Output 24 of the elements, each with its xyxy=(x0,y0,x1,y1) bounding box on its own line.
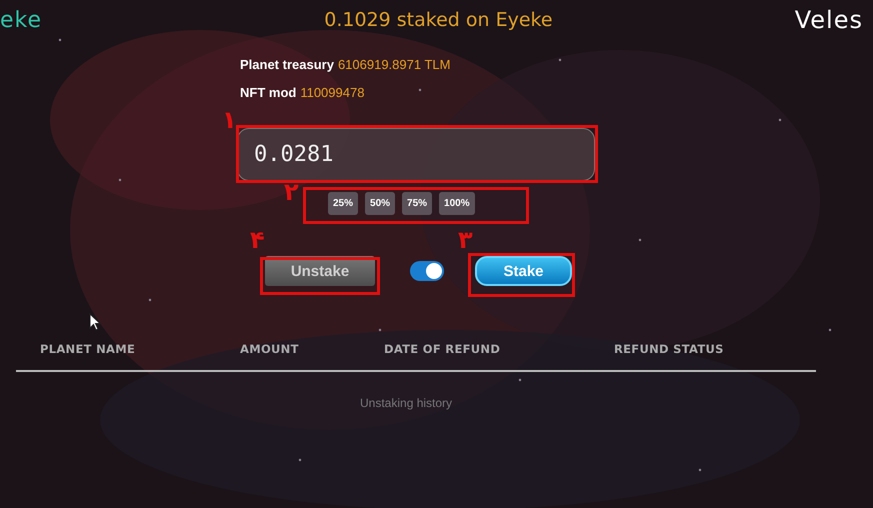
column-header: AMOUNT xyxy=(240,342,299,356)
planet-title: Veles xyxy=(794,6,864,34)
planet-title: eke xyxy=(0,8,42,32)
percent-button[interactable]: 100% xyxy=(439,192,475,215)
amount-field[interactable]: 0.0281 xyxy=(237,128,595,181)
info-label: Planet treasury xyxy=(240,57,334,73)
percent-button[interactable]: 75% xyxy=(402,192,432,215)
annotation-number: ۳ xyxy=(458,228,473,252)
annotation-number: ۴ xyxy=(250,228,265,252)
percent-button[interactable]: 25% xyxy=(328,192,358,215)
unstake-button[interactable]: Unstake xyxy=(265,256,375,286)
info-value: 6106919.8971 TLM xyxy=(338,57,450,73)
annotation-number: ۲ xyxy=(284,180,299,204)
column-header: REFUND STATUS xyxy=(614,342,724,356)
mouse-cursor-icon xyxy=(89,313,101,331)
info-value: 110099478 xyxy=(300,85,364,101)
staked-title: 0.1029 staked on Eyeke xyxy=(324,9,553,31)
percent-button[interactable]: 50% xyxy=(365,192,396,215)
column-header: PLANET NAME xyxy=(40,342,136,356)
annotation-number: ۱ xyxy=(222,108,237,132)
toggle-switch[interactable] xyxy=(410,261,444,281)
info-label: NFT mod xyxy=(240,85,296,101)
column-header: DATE OF REFUND xyxy=(384,342,500,356)
empty-message: Unstaking history xyxy=(360,396,452,410)
